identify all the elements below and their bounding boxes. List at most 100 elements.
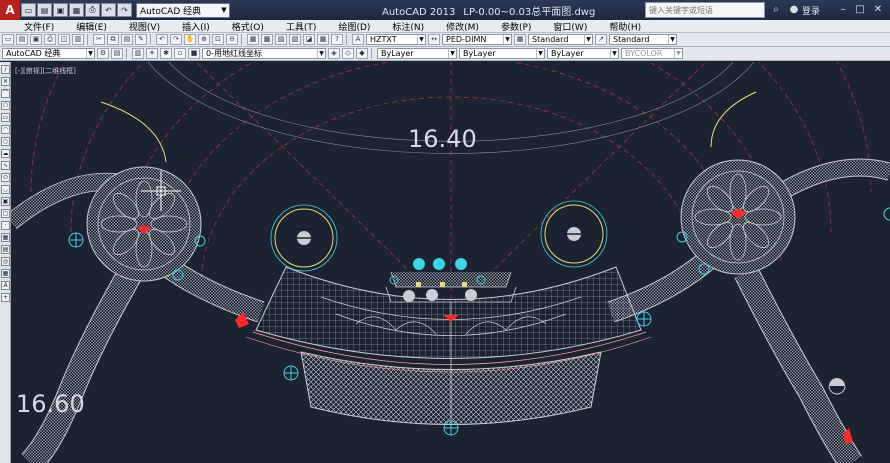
yellow-curve-left [100,101,167,163]
add-selected-icon[interactable]: + [1,293,10,302]
menu-modify[interactable]: 修改(M) [446,20,479,33]
design-center-icon[interactable]: ▩ [261,34,273,45]
construction-line-icon[interactable]: ✕ [1,77,10,86]
undo-icon[interactable]: ↶ [101,3,116,17]
gradient-icon[interactable]: ▤ [1,245,10,254]
polyline-icon[interactable]: ⌒ [1,89,10,98]
menu-tools[interactable]: 工具(T) [286,20,317,33]
menu-window[interactable]: 窗口(W) [553,20,587,33]
save-icon[interactable]: ▣ [53,3,68,17]
make-current-icon[interactable]: ◈ [328,48,340,59]
table-icon[interactable]: ▦ [1,269,10,278]
layer-select[interactable]: 0-用地红线坐标 ▼ [202,48,326,59]
circle-icon[interactable]: ○ [1,137,10,146]
multiline-text-icon[interactable]: A [1,281,10,290]
markup-icon[interactable]: ◪ [303,34,315,45]
sheet-set-icon[interactable]: ▨ [289,34,301,45]
save-as-icon[interactable]: ▦ [69,3,84,17]
color-select[interactable]: ByLayer ▼ [377,48,457,59]
workspace-icon[interactable]: ▤ [111,48,123,59]
open-file-icon[interactable]: ▤ [37,3,52,17]
print-icon[interactable]: ⎙ [44,34,56,45]
hatch-icon[interactable]: ▦ [1,233,10,242]
undo-icon[interactable]: ↶ [156,34,168,45]
polygon-icon[interactable]: ⬠ [1,101,10,110]
zoom-window-icon[interactable]: ⊡ [212,34,224,45]
dim-style-icon[interactable]: ↔ [428,34,440,45]
ellipse-arc-icon[interactable]: ◡ [1,185,10,194]
save-icon[interactable]: ▣ [30,34,42,45]
preview-icon[interactable]: ◫ [58,34,70,45]
layer-state-icon[interactable]: ◆ [356,48,368,59]
menu-view[interactable]: 视图(V) [129,20,160,33]
help-icon[interactable]: ? [331,34,343,45]
text-style-select[interactable]: HZTXT ▼ [366,34,426,45]
redo-icon[interactable]: ↷ [170,34,182,45]
publish-icon[interactable]: ▥ [72,34,84,45]
menu-parametric[interactable]: 参数(P) [501,20,531,33]
layer-properties-icon[interactable]: ▥ [132,48,144,59]
match-properties-icon[interactable]: ✎ [135,34,147,45]
linetype-select[interactable]: ByLayer ▼ [459,48,545,59]
menu-edit[interactable]: 编辑(E) [76,20,107,33]
insert-block-icon[interactable]: ▣ [1,197,10,206]
maximize-icon[interactable]: □ [852,3,868,16]
login-link[interactable]: 登录 [802,4,820,17]
properties-icon[interactable]: ▦ [247,34,259,45]
menu-help[interactable]: 帮助(H) [609,20,641,33]
plotstyle-select[interactable]: BYCOLOR ▼ [621,48,683,59]
table-style-select[interactable]: Standard ▼ [528,34,593,45]
layers-toolbar: AutoCAD 经典 ▼ ⚙ ▤ ▥ ☀ ✱ ▫ ■ 0-用地红线坐标 ▼ ◈ ◇ … [0,47,890,61]
menu-dimension[interactable]: 标注(N) [392,20,424,33]
pan-icon[interactable]: ✋ [184,34,196,45]
chevron-down-icon: ▼ [536,49,544,58]
arc-icon[interactable]: ◠ [1,125,10,134]
chevron-down-icon: ▼ [503,35,511,44]
copy-icon[interactable]: ⧉ [107,34,119,45]
new-file-icon[interactable]: ▭ [21,3,36,17]
print-icon[interactable]: ⎙ [85,3,100,17]
tool-palettes-icon[interactable]: ▧ [275,34,287,45]
menu-format[interactable]: 格式(O) [232,20,264,33]
open-icon[interactable]: ▤ [16,34,28,45]
user-icon[interactable]: ● [788,4,800,16]
paste-icon[interactable]: ▤ [121,34,133,45]
new-icon[interactable]: ▭ [2,34,14,45]
redo-icon[interactable]: ↷ [117,3,132,17]
cut-icon[interactable]: ✂ [93,34,105,45]
close-icon[interactable]: ✕ [870,3,886,16]
chevron-down-icon: ▼ [448,49,456,58]
line-icon[interactable]: / [1,65,10,74]
lightbulb-icon: ☀ [146,48,158,59]
settings-icon[interactable]: ⚙ [97,48,109,59]
zoom-realtime-icon[interactable]: ⊕ [198,34,210,45]
minimize-icon[interactable]: – [835,3,851,16]
application-menu-button[interactable]: A [0,0,20,20]
multileader-style-select[interactable]: Standard ▼ [609,34,677,45]
layer-previous-icon[interactable]: ◇ [342,48,354,59]
spline-icon[interactable]: ∿ [1,161,10,170]
table-style-icon[interactable]: ▦ [514,34,526,45]
menu-insert[interactable]: 插入(I) [182,20,210,33]
revision-cloud-icon[interactable]: ☁ [1,149,10,158]
zoom-previous-icon[interactable]: ⊖ [226,34,238,45]
chevron-down-icon: ▼ [417,35,425,44]
workspace-select[interactable]: AutoCAD 经典 ▼ [136,2,230,18]
viewport-controls[interactable]: [-][俯视][二维线框] [15,66,76,76]
drawing-canvas[interactable]: 16.40 16.60 [-][俯视][二维线框] [11,62,890,463]
calculator-icon[interactable]: ▦ [317,34,329,45]
dim-style-select[interactable]: PED-DIMN ▼ [442,34,512,45]
ellipse-icon[interactable]: ⬭ [1,173,10,182]
lineweight-select[interactable]: ByLayer ▼ [547,48,619,59]
make-block-icon[interactable]: ▢ [1,209,10,218]
region-icon[interactable]: ◎ [1,257,10,266]
binoculars-icon[interactable]: ⌕ [770,4,782,16]
multileader-style-icon[interactable]: ↗ [595,34,607,45]
point-icon[interactable]: · [1,221,10,230]
rectangle-icon[interactable]: ▭ [1,113,10,122]
text-style-icon[interactable]: A [352,34,364,45]
workspace-select-toolbar[interactable]: AutoCAD 经典 ▼ [2,48,95,59]
search-input[interactable]: 键入关键字或短语 [645,2,765,18]
menu-file[interactable]: 文件(F) [24,20,54,33]
menu-draw[interactable]: 绘图(D) [338,20,370,33]
